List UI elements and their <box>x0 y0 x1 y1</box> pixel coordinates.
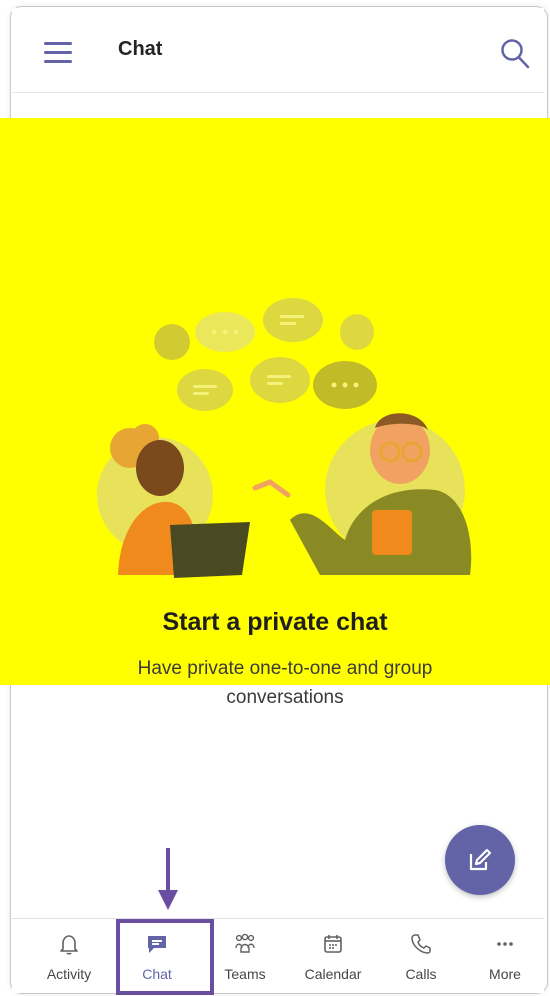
tab-label: Activity <box>46 966 92 982</box>
bell-icon <box>60 935 78 955</box>
chat-tab-highlight-box <box>116 919 214 995</box>
compose-icon <box>469 848 492 871</box>
tab-more[interactable]: More <box>460 919 550 993</box>
down-arrow-annotation <box>158 848 178 910</box>
phone-icon <box>411 934 431 954</box>
new-chat-button[interactable] <box>445 825 515 895</box>
tab-label: Calendar <box>304 966 362 982</box>
app-header: Chat <box>12 8 544 93</box>
tab-label: More <box>489 966 521 982</box>
tab-calls[interactable]: Calls <box>376 919 466 993</box>
empty-state-headline: Start a private chat <box>162 608 388 636</box>
search-icon[interactable] <box>500 38 530 70</box>
empty-state-subtext: Have private one-to-one and group conver… <box>137 658 433 708</box>
tab-activity[interactable]: Activity <box>24 919 114 993</box>
page-title: Chat <box>118 38 163 60</box>
bottom-tab-bar: Activity Chat Teams Calendar Calls More <box>12 918 544 993</box>
teams-icon <box>235 933 255 953</box>
calendar-icon <box>324 935 342 953</box>
more-icon <box>497 942 513 946</box>
chat-illustration <box>97 298 472 578</box>
menu-icon[interactable] <box>44 42 72 64</box>
tab-label: Calls <box>405 966 437 982</box>
tab-calendar[interactable]: Calendar <box>288 919 378 993</box>
